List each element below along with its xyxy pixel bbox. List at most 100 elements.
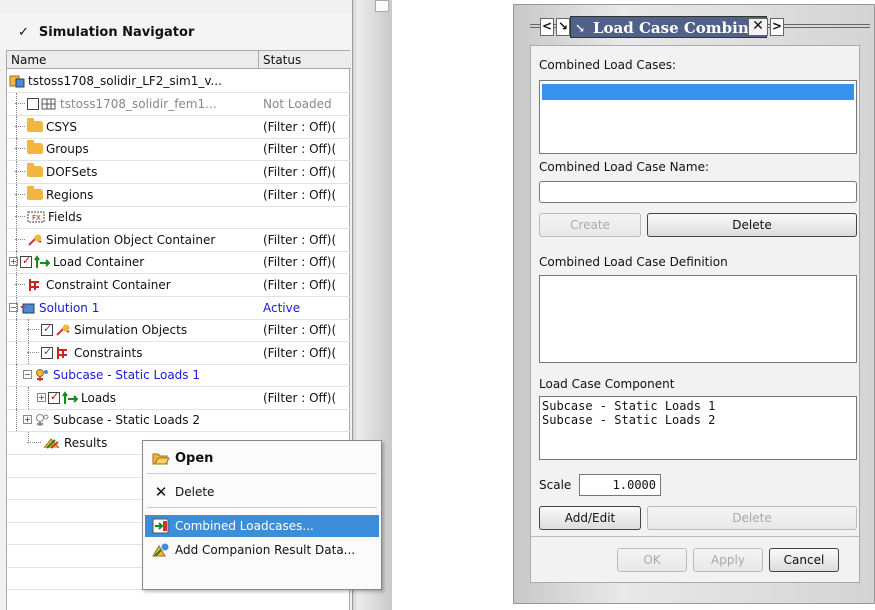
tree-row-fields[interactable]: FX Fields <box>7 206 351 229</box>
navigator-title: Simulation Navigator <box>38 24 195 40</box>
menu-item-label: Open <box>175 450 214 466</box>
window-control-icon[interactable] <box>375 0 389 12</box>
delete-component-button[interactable]: Delete <box>647 506 857 530</box>
folder-icon <box>27 186 43 201</box>
constraint-icon <box>55 346 71 360</box>
visibility-checkbox[interactable] <box>41 345 53 359</box>
tree-status: (Filter : Off)( <box>263 232 337 247</box>
tree-row-simulation-objects[interactable]: Simulation Objects (Filter : Off)( <box>7 319 351 342</box>
tree-label: Constraints <box>74 345 143 360</box>
tree-label: DOFSets <box>46 164 98 179</box>
combined-load-case-name-input[interactable] <box>539 181 857 203</box>
tree-row-load-container[interactable]: + Load Container (Filter : Off)( <box>7 251 351 274</box>
tree-status: (Filter : Off)( <box>263 141 337 156</box>
context-menu: Open ✕ Delete Combined Loadcases... Add … <box>142 440 382 590</box>
load-case-component-list[interactable]: Subcase - Static Loads 1 Subcase - Stati… <box>539 396 857 460</box>
chevron-right-icon[interactable]: > <box>770 18 784 36</box>
visibility-checkbox[interactable] <box>27 97 39 110</box>
add-edit-button[interactable]: Add/Edit <box>539 506 641 530</box>
open-folder-icon <box>151 451 171 465</box>
subcase-icon <box>34 368 50 382</box>
simulation-navigator: ✓︎ Simulation Navigator Name Status tsto… <box>0 0 392 610</box>
pin-icon[interactable]: ✓︎ <box>18 25 29 40</box>
delete-x-icon: ✕ <box>154 483 168 501</box>
tree-row-dofsets[interactable]: DOFSets (Filter : Off)( <box>7 161 351 184</box>
tree-row-subcase-static-loads-2[interactable]: + Subcase - Static Loads 2 <box>7 409 351 432</box>
tree-label: Subcase - Static Loads 2 <box>53 412 200 427</box>
load-icon <box>62 390 78 405</box>
fem-mesh-icon <box>41 98 57 110</box>
simulation-object-icon <box>27 233 43 247</box>
tree-row-solution-1[interactable]: − Solution 1 Active <box>7 297 351 320</box>
visibility-checkbox[interactable] <box>41 322 53 336</box>
folder-icon <box>27 163 43 178</box>
tree-status: (Filter : Off)( <box>263 322 337 337</box>
column-header-status[interactable]: Status <box>259 51 351 69</box>
svg-text:FX: FX <box>32 214 41 222</box>
menu-item-open[interactable]: Open <box>145 447 379 469</box>
combined-load-case-definition-list[interactable] <box>539 275 857 363</box>
close-icon[interactable]: ✕ <box>748 18 768 36</box>
dialog-title-text: Load Case Combine <box>593 19 759 37</box>
tree-label: CSYS <box>46 119 77 134</box>
menu-item-label: Combined Loadcases... <box>175 519 314 533</box>
visibility-checkbox[interactable] <box>48 390 60 404</box>
component-list-item[interactable]: Subcase - Static Loads 1 <box>540 399 856 413</box>
tree-status: (Filter : Off)( <box>263 345 337 360</box>
combined-load-case-definition-label: Combined Load Case Definition <box>539 255 728 269</box>
fields-icon: FX <box>27 211 45 223</box>
tree-status: Active <box>263 300 301 315</box>
delete-combined-button[interactable]: Delete <box>647 213 857 237</box>
scale-input[interactable]: 1.0000 <box>579 474 661 496</box>
menu-separator <box>147 473 377 474</box>
tree-label: Results <box>64 435 108 450</box>
tree-row-fem-file[interactable]: tstoss1708_solidir_fem1... Not Loaded <box>7 93 351 116</box>
load-case-combine-dialog: < ↘ ↘ Load Case Combine ✕ > Combined Loa… <box>513 4 875 604</box>
tree-row-simulation-object-container[interactable]: Simulation Object Container (Filter : Of… <box>7 229 351 252</box>
tree-label: Simulation Object Container <box>46 232 216 247</box>
collapse-icon[interactable]: − <box>23 370 32 380</box>
pin-arrow-icon[interactable]: ↘ <box>556 18 570 36</box>
menu-item-label: Delete <box>175 485 215 499</box>
cancel-button[interactable]: Cancel <box>769 548 839 572</box>
menu-item-combined-loadcases[interactable]: Combined Loadcases... <box>145 515 379 537</box>
tree-status: (Filter : Off)( <box>263 119 337 134</box>
tree-label: Regions <box>46 187 94 202</box>
expand-icon[interactable]: + <box>23 415 32 425</box>
expand-icon[interactable]: + <box>37 393 46 403</box>
ok-button[interactable]: OK <box>617 548 687 572</box>
folder-icon <box>27 118 43 133</box>
combined-loadcases-icon <box>151 518 171 534</box>
apply-button[interactable]: Apply <box>693 548 763 572</box>
combined-load-case-name-label: Combined Load Case Name: <box>539 160 710 174</box>
tree-row-sim-file[interactable]: tstoss1708_solidir_LF2_sim1_v... <box>7 70 351 93</box>
tree-row-regions[interactable]: Regions (Filter : Off)( <box>7 184 351 207</box>
create-button[interactable]: Create <box>539 213 641 237</box>
tree-row-constraints[interactable]: Constraints (Filter : Off)( <box>7 342 351 365</box>
tree-row-csys[interactable]: CSYS (Filter : Off)( <box>7 116 351 139</box>
navigator-header: ✓︎ Simulation Navigator <box>0 14 352 50</box>
scale-label: Scale <box>539 478 572 492</box>
menu-item-add-companion-result-data[interactable]: Add Companion Result Data... <box>145 539 379 561</box>
tree-status: Not Loaded <box>263 96 332 111</box>
component-list-item[interactable]: Subcase - Static Loads 2 <box>540 413 856 427</box>
tree-row-loads[interactable]: + Loads (Filter : Off)( <box>7 387 351 410</box>
tree-row-subcase-static-loads-1[interactable]: − Subcase - Static Loads 1 <box>7 364 351 387</box>
tree-status: (Filter : Off)( <box>263 277 337 292</box>
tree-row-groups[interactable]: Groups (Filter : Off)( <box>7 138 351 161</box>
sim-file-icon <box>9 74 25 88</box>
chevron-left-icon[interactable]: < <box>540 18 554 36</box>
column-header-name[interactable]: Name <box>7 51 259 69</box>
dialog-title: ↘ Load Case Combine <box>570 16 768 38</box>
combined-load-cases-label: Combined Load Cases: <box>539 58 677 72</box>
selected-list-row[interactable] <box>542 84 854 100</box>
simulation-object-icon <box>55 323 71 337</box>
companion-result-icon <box>151 542 171 558</box>
combined-load-cases-list[interactable] <box>539 80 857 154</box>
visibility-checkbox[interactable] <box>20 254 32 268</box>
menu-item-delete[interactable]: ✕ Delete <box>145 481 379 503</box>
tree-row-constraint-container[interactable]: Constraint Container (Filter : Off)( <box>7 274 351 297</box>
constraint-icon <box>27 278 43 292</box>
arrow-icon: ↘ <box>575 21 586 35</box>
folder-icon <box>27 140 43 155</box>
